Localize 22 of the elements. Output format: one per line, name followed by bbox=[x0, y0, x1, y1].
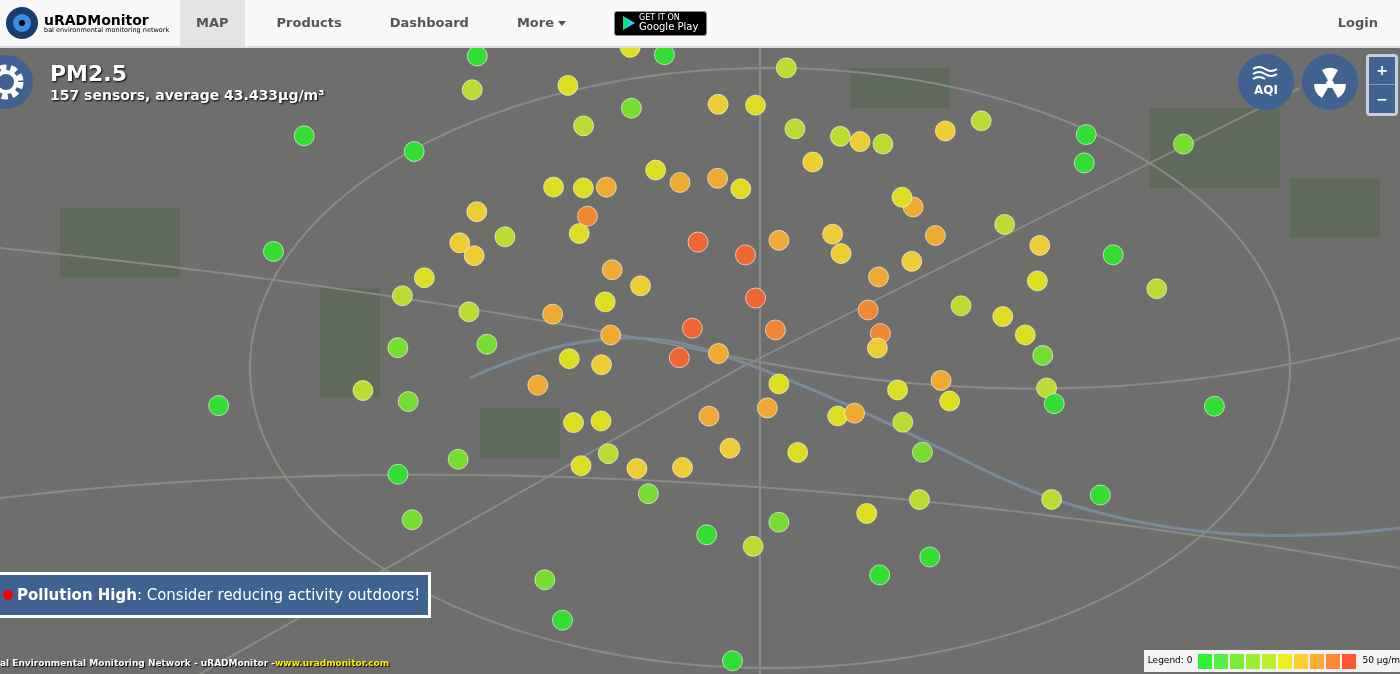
radiation-icon[interactable] bbox=[1302, 54, 1358, 110]
sensor-summary: 157 sensors, average 43.433µg/m³ bbox=[50, 87, 325, 105]
caret-icon bbox=[558, 20, 567, 26]
website-link[interactable]: www.uradmonitor.com bbox=[275, 656, 390, 670]
login-link[interactable]: Login bbox=[1337, 0, 1378, 46]
badge-store-name: Google Play bbox=[639, 22, 699, 32]
eye-logo-icon bbox=[4, 5, 40, 41]
zoom-out-button[interactable]: − bbox=[1369, 85, 1395, 113]
nav-link[interactable]: Products bbox=[260, 0, 358, 46]
zoom-in-button[interactable]: + bbox=[1369, 57, 1395, 85]
legend-label: Legend: 0 bbox=[1147, 654, 1193, 668]
google-play-badge[interactable]: GET IT ON Google Play bbox=[614, 10, 708, 36]
nav-link[interactable]: More bbox=[500, 0, 583, 46]
brand-name: uRADMonitor bbox=[44, 12, 149, 27]
badge-small-text: GET IT ON bbox=[639, 14, 681, 22]
nav-link[interactable]: Dashboard bbox=[373, 0, 485, 46]
footer-credit: al Environmental Monitoring Network - uRADMonitor - bbox=[0, 656, 275, 670]
nav-link[interactable]: MAP bbox=[180, 0, 245, 46]
play-triangle-icon bbox=[623, 16, 636, 30]
parameter-title: PM2.5 bbox=[50, 59, 128, 87]
alert-message: Pollution High: Consider reducing activity outdoors! bbox=[17, 584, 421, 606]
legend-unit: 50 µg/m bbox=[1362, 654, 1400, 668]
